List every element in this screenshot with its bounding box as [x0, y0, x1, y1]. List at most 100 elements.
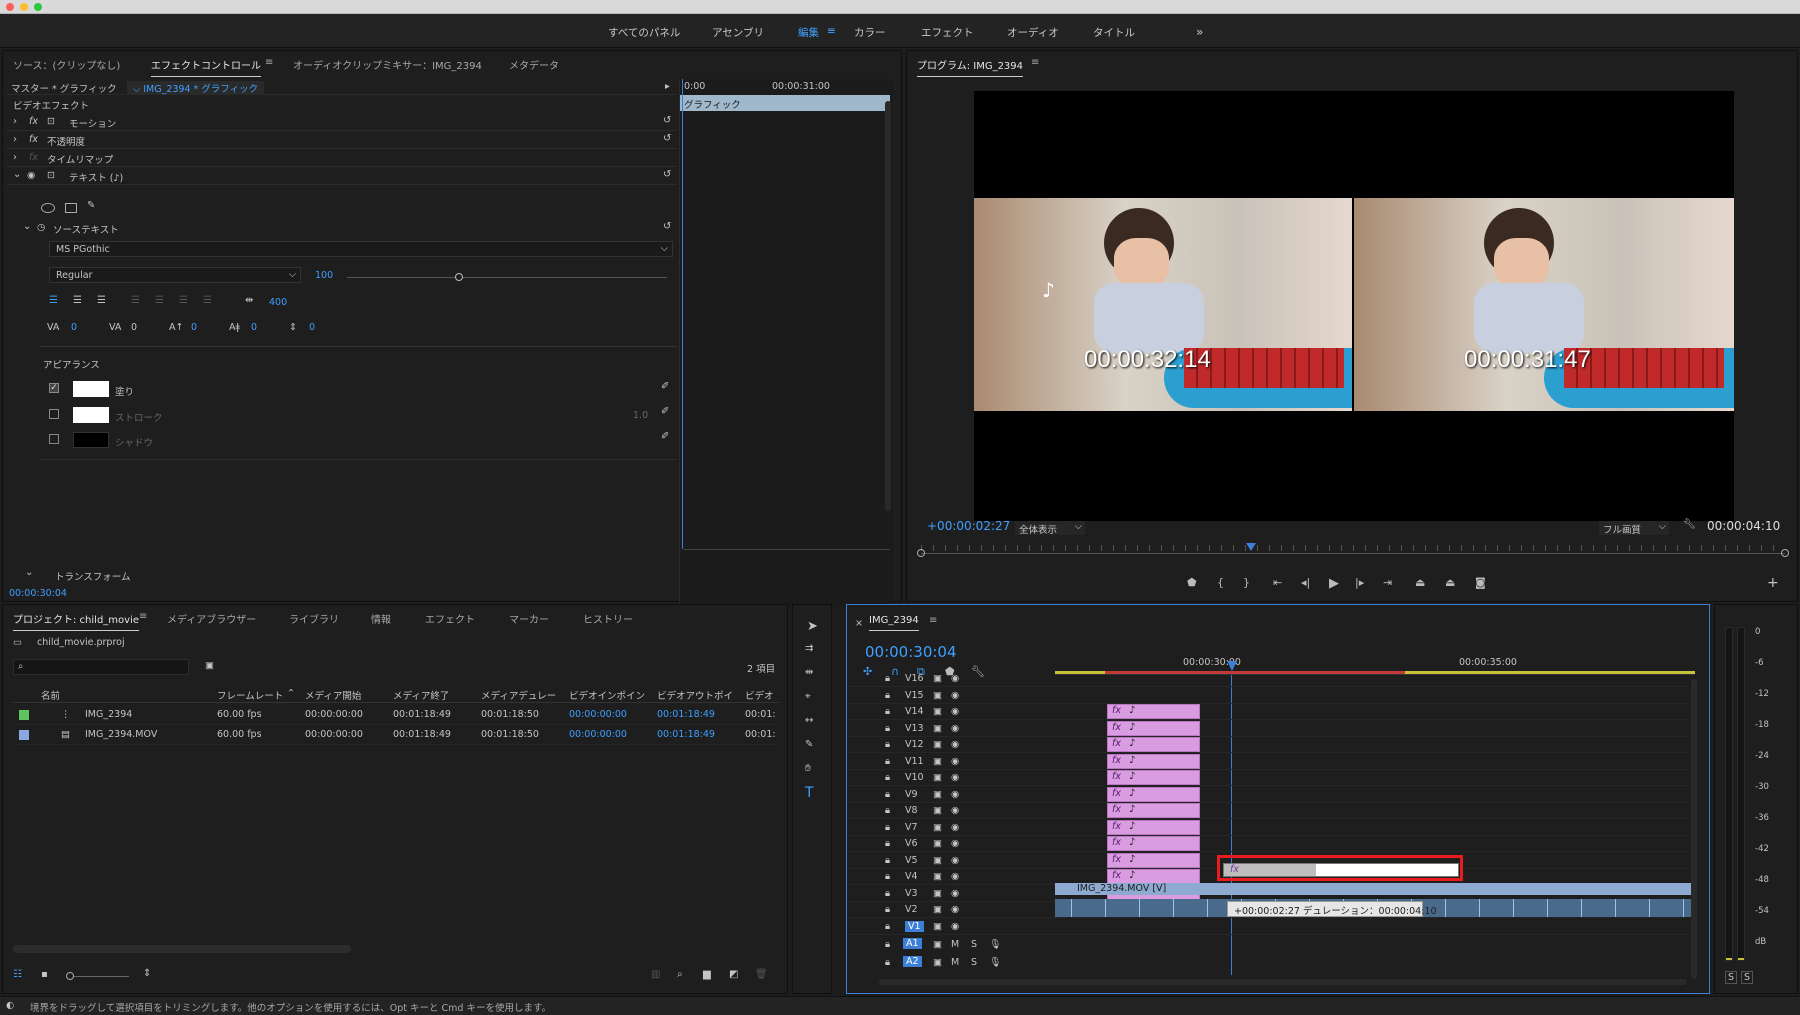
- graphic-clip[interactable]: fx ♪: [1107, 836, 1200, 851]
- automate-icon[interactable]: ▥: [651, 969, 660, 980]
- tab-metadata[interactable]: メタデータ: [509, 57, 559, 72]
- eyedropper-icon[interactable]: ✐: [661, 431, 669, 442]
- reset-icon[interactable]: ↺: [663, 115, 671, 126]
- sync-lock-icon[interactable]: ▣: [933, 838, 942, 849]
- list-view-icon[interactable]: ☷: [13, 969, 22, 980]
- effect-row-opacity[interactable]: › fx 不透明度 ↺: [7, 131, 677, 149]
- selection-tool-icon[interactable]: ➤: [807, 619, 818, 634]
- program-monitor-title[interactable]: プログラム: IMG_2394: [917, 57, 1024, 77]
- minimize-window-button[interactable]: [20, 3, 28, 11]
- sync-lock-icon[interactable]: ▣: [933, 855, 942, 866]
- font-size-slider-knob[interactable]: [455, 273, 463, 281]
- sync-lock-icon[interactable]: ▣: [933, 772, 942, 783]
- menu-icon[interactable]: ≡: [265, 57, 273, 68]
- shadow-color-swatch[interactable]: [73, 432, 109, 448]
- pen-mask-icon[interactable]: ✎: [87, 200, 95, 211]
- workspace-tab-edit[interactable]: 編集: [798, 25, 819, 40]
- tracking-value[interactable]: 400: [269, 297, 287, 308]
- lock-icon[interactable]: 🔒︎: [885, 939, 890, 950]
- lock-icon[interactable]: 🔒︎: [885, 706, 890, 717]
- sync-lock-icon[interactable]: ▣: [933, 921, 942, 932]
- lift-icon[interactable]: ⏏: [1415, 576, 1425, 589]
- column-video[interactable]: ビデオ: [745, 688, 779, 702]
- cell-video-in[interactable]: 00:00:00:00: [569, 729, 627, 740]
- track-label[interactable]: V5: [905, 855, 918, 866]
- lock-icon[interactable]: 🔒︎: [885, 921, 890, 932]
- new-bin-icon[interactable]: ▣: [205, 660, 214, 671]
- zoom-slider[interactable]: [66, 972, 129, 980]
- fx-badge[interactable]: fx: [1112, 738, 1121, 749]
- lock-icon[interactable]: 🔒︎: [885, 673, 890, 684]
- graphic-clip[interactable]: fx ♪: [1107, 869, 1200, 884]
- play-icon[interactable]: ▸: [665, 81, 670, 92]
- align-left-icon[interactable]: ☰: [49, 295, 58, 306]
- extract-icon[interactable]: ⏏: [1445, 576, 1455, 589]
- menu-icon[interactable]: ≡: [1031, 57, 1039, 68]
- column-name[interactable]: 名前: [41, 688, 60, 702]
- chevron-down-icon[interactable]: ⌄: [25, 567, 33, 578]
- quality-select[interactable]: フル画質 ⌵: [1599, 521, 1669, 536]
- column-media-start[interactable]: メディア開始: [305, 688, 361, 702]
- mute-button[interactable]: M: [951, 957, 959, 968]
- eye-icon[interactable]: ◉: [951, 921, 959, 932]
- eye-icon[interactable]: ◉: [27, 170, 35, 181]
- graphic-clip[interactable]: fx ♪: [1107, 704, 1200, 719]
- workspace-tab-all[interactable]: すべてのパネル: [608, 25, 680, 40]
- graphic-clip[interactable]: fx ♪: [1107, 803, 1200, 818]
- sync-lock-icon[interactable]: ▣: [933, 939, 942, 950]
- timeline-vscroll[interactable]: [1691, 679, 1697, 979]
- fx-badge[interactable]: fx: [1112, 722, 1121, 733]
- lock-icon[interactable]: 🔒︎: [885, 739, 890, 750]
- fx-icon[interactable]: fx: [29, 134, 38, 145]
- reset-icon[interactable]: ↺: [663, 133, 671, 144]
- cell-video-in[interactable]: 00:00:00:00: [569, 709, 627, 720]
- column-media-duration[interactable]: メディアデュレー: [481, 688, 556, 702]
- solo-left-button[interactable]: S: [1725, 971, 1738, 984]
- cell-video-out[interactable]: 00:01:18:49: [657, 729, 715, 740]
- go-to-in-icon[interactable]: ⇤: [1273, 576, 1282, 589]
- eye-icon[interactable]: ◉: [951, 739, 959, 750]
- master-clip-label[interactable]: マスター * グラフィック: [11, 81, 117, 95]
- workspace-tab-audio[interactable]: オーディオ: [1007, 25, 1059, 40]
- graphic-clip[interactable]: fx ♪: [1107, 786, 1200, 802]
- track-label[interactable]: V15: [905, 690, 924, 701]
- graphic-clip[interactable]: fx ♪: [1107, 819, 1200, 835]
- sort-icon[interactable]: ⌃: [287, 688, 295, 699]
- lock-icon[interactable]: 🔒︎: [885, 855, 890, 866]
- eye-icon[interactable]: ◉: [951, 723, 959, 734]
- effect-scrollbar[interactable]: [885, 101, 891, 511]
- eye-icon[interactable]: ◉: [951, 855, 959, 866]
- workspace-tab-titles[interactable]: タイトル: [1093, 25, 1135, 40]
- lock-icon[interactable]: 🔒︎: [885, 957, 890, 968]
- fx-icon[interactable]: fx: [29, 116, 38, 127]
- effect-row-text[interactable]: ⌄ ◉ ⊡ テキスト (♪) ↺: [7, 167, 677, 185]
- eye-icon[interactable]: ◉: [951, 772, 959, 783]
- tracking-value-2[interactable]: 0: [131, 322, 137, 333]
- tab-project[interactable]: プロジェクト: child_movie: [13, 611, 139, 631]
- microphone-icon[interactable]: 🎙︎: [989, 939, 1001, 950]
- sync-lock-icon[interactable]: ▣: [933, 957, 942, 968]
- eye-icon[interactable]: ◉: [951, 805, 959, 816]
- graphic-clip[interactable]: fx ♪: [1107, 852, 1200, 868]
- column-video-in[interactable]: ビデオインポイン: [569, 688, 645, 702]
- timeline-hscroll[interactable]: [879, 979, 1687, 985]
- trash-icon[interactable]: 🗑︎: [755, 969, 768, 980]
- clip-bar[interactable]: グラフィック: [680, 95, 890, 111]
- search-input[interactable]: ⌕: [13, 659, 189, 675]
- tab-libraries[interactable]: ライブラリ: [289, 611, 339, 626]
- zoom-window-button[interactable]: [34, 3, 42, 11]
- rectangle-mask-icon[interactable]: [65, 203, 77, 213]
- align-right-icon[interactable]: ☰: [97, 295, 106, 306]
- column-fps[interactable]: フレームレート: [217, 688, 283, 702]
- add-button[interactable]: +: [1767, 575, 1779, 591]
- zoom-slider-knob[interactable]: [66, 972, 74, 980]
- fx-badge[interactable]: fx: [1112, 755, 1121, 766]
- workspace-tab-effects[interactable]: エフェクト: [921, 25, 974, 40]
- lock-icon[interactable]: 🔒︎: [885, 690, 890, 701]
- baseline-value[interactable]: 0: [191, 322, 197, 333]
- sort-icon[interactable]: ⇕: [143, 968, 151, 979]
- graphic-clip[interactable]: fx ♪: [1107, 720, 1200, 736]
- play-icon[interactable]: ▶: [1329, 576, 1339, 591]
- column-media-end[interactable]: メディア終了: [393, 688, 449, 702]
- sync-lock-icon[interactable]: ▣: [933, 673, 942, 684]
